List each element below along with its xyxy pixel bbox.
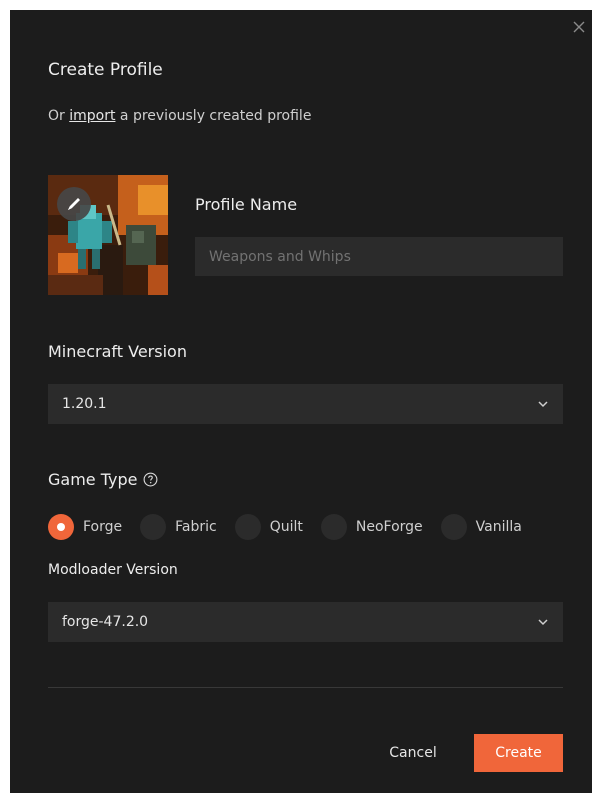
radio-vanilla[interactable]: Vanilla bbox=[440, 514, 522, 540]
game-type-radio-group: Forge Fabric Quilt NeoForge Vanilla bbox=[48, 513, 568, 541]
game-type-label: Game Type bbox=[48, 470, 158, 489]
radio-vanilla-label: Vanilla bbox=[475, 519, 522, 535]
close-icon[interactable] bbox=[572, 20, 586, 34]
pencil-icon bbox=[68, 198, 80, 210]
minecraft-version-select[interactable]: 1.20.1 bbox=[48, 384, 563, 424]
profile-name-input[interactable] bbox=[195, 237, 563, 276]
chevron-down-icon bbox=[538, 401, 548, 408]
modloader-version-label: Modloader Version bbox=[48, 562, 178, 578]
profile-name-label: Profile Name bbox=[195, 195, 298, 214]
import-subtitle: Or import a previously created profile bbox=[48, 108, 311, 124]
radio-quilt-indicator[interactable] bbox=[234, 514, 261, 540]
radio-forge-indicator[interactable] bbox=[48, 514, 74, 540]
radio-neoforge-indicator[interactable] bbox=[320, 514, 347, 540]
radio-neoforge-label: NeoForge bbox=[355, 519, 423, 535]
radio-vanilla-indicator[interactable] bbox=[440, 514, 467, 540]
chevron-down-icon bbox=[538, 619, 548, 626]
profile-avatar[interactable] bbox=[48, 175, 168, 295]
subtitle-suffix: a previously created profile bbox=[115, 108, 312, 124]
cancel-button[interactable]: Cancel bbox=[378, 734, 448, 772]
question-circle-icon[interactable] bbox=[143, 472, 158, 487]
create-profile-dialog: Create Profile Or import a previously cr… bbox=[10, 10, 592, 793]
radio-fabric-label: Fabric bbox=[175, 519, 217, 535]
radio-fabric[interactable]: Fabric bbox=[140, 514, 217, 540]
radio-quilt-label: Quilt bbox=[269, 519, 303, 535]
radio-fabric-indicator[interactable] bbox=[140, 514, 167, 540]
modloader-version-select[interactable]: forge-47.2.0 bbox=[48, 602, 563, 642]
radio-forge[interactable]: Forge bbox=[48, 514, 122, 540]
footer-divider bbox=[48, 687, 563, 688]
modloader-version-value: forge-47.2.0 bbox=[62, 614, 149, 630]
radio-forge-label: Forge bbox=[83, 519, 123, 535]
minecraft-version-value: 1.20.1 bbox=[62, 396, 107, 412]
game-type-label-text: Game Type bbox=[48, 470, 138, 489]
dialog-title: Create Profile bbox=[48, 60, 163, 80]
radio-neoforge[interactable]: NeoForge bbox=[320, 514, 423, 540]
radio-quilt[interactable]: Quilt bbox=[234, 514, 303, 540]
create-button[interactable]: Create bbox=[474, 734, 563, 772]
minecraft-version-label: Minecraft Version bbox=[48, 342, 187, 361]
subtitle-prefix: Or bbox=[48, 108, 70, 124]
import-link[interactable]: import bbox=[69, 108, 115, 124]
edit-avatar-button[interactable] bbox=[57, 187, 91, 221]
